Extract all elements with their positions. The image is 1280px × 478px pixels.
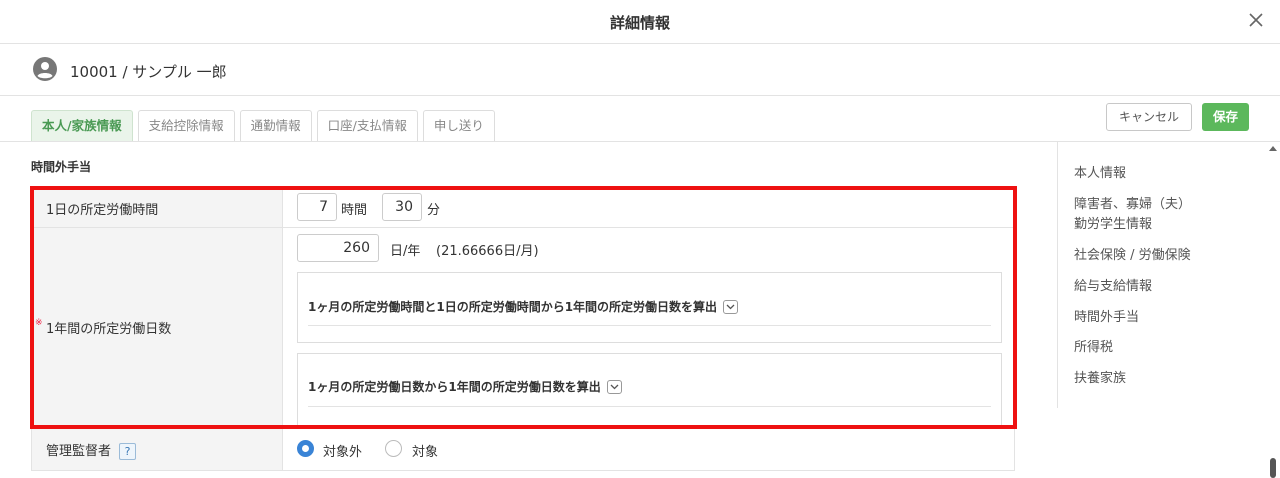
calc-option-title-2: 1ヶ月の所定労働日数から1年間の所定労働日数を算出 <box>308 378 622 395</box>
section-nav: 本人情報 障害者、寡婦（夫） 勤労学生情報 社会保険 / 労働保険 給与支給情報… <box>1057 142 1257 408</box>
tab-personal-family[interactable]: 本人/家族情報 <box>31 110 133 141</box>
tab-payment-deduction[interactable]: 支給控除情報 <box>137 110 235 141</box>
nav-item-overtime[interactable]: 時間外手当 <box>1074 308 1139 327</box>
chevron-down-icon[interactable] <box>723 299 739 314</box>
manager-option-target-label[interactable]: 対象 <box>412 441 438 460</box>
calc-option-panel-2: 1ヶ月の所定労働日数から1年間の所定労働日数を算出 <box>297 353 1002 428</box>
dialog-title: 詳細情報 <box>609 14 670 32</box>
manager-label-cell: 管理監督者? <box>32 428 283 470</box>
daily-hours-row: 1日の所定労働時間 7 時間 30 分 <box>31 186 1015 228</box>
required-mark: ※ <box>35 318 43 328</box>
manager-radio-target[interactable] <box>385 440 402 457</box>
calc-option-text-2: 1ヶ月の所定労働日数から1年間の所定労働日数を算出 <box>308 380 601 394</box>
chevron-down-icon[interactable] <box>606 379 622 394</box>
daily-hours-label-cell: 1日の所定労働時間 <box>32 187 283 227</box>
daily-hours-input[interactable]: 7 <box>297 193 337 221</box>
divider <box>308 325 991 326</box>
cancel-button[interactable]: キャンセル <box>1106 103 1192 131</box>
nav-item-social-insurance[interactable]: 社会保険 / 労働保険 <box>1074 246 1191 265</box>
close-icon[interactable] <box>1246 10 1266 30</box>
save-button[interactable]: 保存 <box>1202 103 1249 131</box>
manager-row: 管理監督者? 対象外 対象 <box>31 428 1015 471</box>
nav-item-personal[interactable]: 本人情報 <box>1074 164 1126 183</box>
user-name: 10001 / サンプル 一郎 <box>70 63 227 81</box>
help-icon[interactable]: ? <box>119 443 137 460</box>
annual-days-row: ※ 1年間の所定労働日数 260 日/年 (21.66666日/月) 1ヶ月の所… <box>31 228 1015 428</box>
annual-days-label-cell: ※ 1年間の所定労働日数 <box>32 228 283 427</box>
dialog-header: 詳細情報 <box>0 0 1280 44</box>
nav-item-income-tax[interactable]: 所得税 <box>1074 338 1113 357</box>
daily-minutes-input[interactable]: 30 <box>382 193 422 221</box>
hours-unit: 時間 <box>341 203 368 218</box>
minutes-unit: 分 <box>427 203 441 218</box>
manager-label-wrap: 管理監督者? <box>46 440 137 460</box>
nav-item-working-student[interactable]: 勤労学生情報 <box>1074 215 1152 234</box>
scrollbar[interactable] <box>1266 142 1280 478</box>
tab-bar: 本人/家族情報 支給控除情報 通勤情報 口座/支払情報 申し送り <box>31 110 500 142</box>
scrollbar-thumb[interactable] <box>1270 458 1276 478</box>
manager-option-exempt-label[interactable]: 対象外 <box>323 441 362 460</box>
calc-option-title-1: 1ヶ月の所定労働時間と1日の所定労働時間から1年間の所定労働日数を算出 <box>308 298 739 315</box>
manager-radio-exempt[interactable] <box>297 440 314 457</box>
scroll-up-arrow-icon[interactable] <box>1269 146 1277 151</box>
section-title: 時間外手当 <box>31 160 92 174</box>
annual-days-unit: 日/年 <box>390 244 421 259</box>
calc-option-panel-1: 1ヶ月の所定労働時間と1日の所定労働時間から1年間の所定労働日数を算出 <box>297 272 1002 343</box>
user-avatar-icon <box>33 57 57 81</box>
annual-days-input[interactable]: 260 <box>297 234 379 262</box>
user-header: 10001 / サンプル 一郎 <box>0 44 1280 96</box>
tab-notes[interactable]: 申し送り <box>422 110 495 141</box>
annual-days-label: 1年間の所定労働日数 <box>46 322 172 337</box>
monthly-days-note: (21.66666日/月) <box>436 244 539 259</box>
tab-commute[interactable]: 通勤情報 <box>239 110 312 141</box>
nav-item-dependents[interactable]: 扶養家族 <box>1074 369 1126 388</box>
manager-label: 管理監督者 <box>46 444 112 459</box>
tab-account-payment[interactable]: 口座/支払情報 <box>316 110 418 141</box>
daily-hours-label: 1日の所定労働時間 <box>46 203 159 218</box>
nav-item-disability-widow[interactable]: 障害者、寡婦（夫） <box>1074 195 1191 214</box>
divider <box>308 406 991 407</box>
nav-item-salary[interactable]: 給与支給情報 <box>1074 277 1152 296</box>
calc-option-text-1: 1ヶ月の所定労働時間と1日の所定労働時間から1年間の所定労働日数を算出 <box>308 300 718 314</box>
